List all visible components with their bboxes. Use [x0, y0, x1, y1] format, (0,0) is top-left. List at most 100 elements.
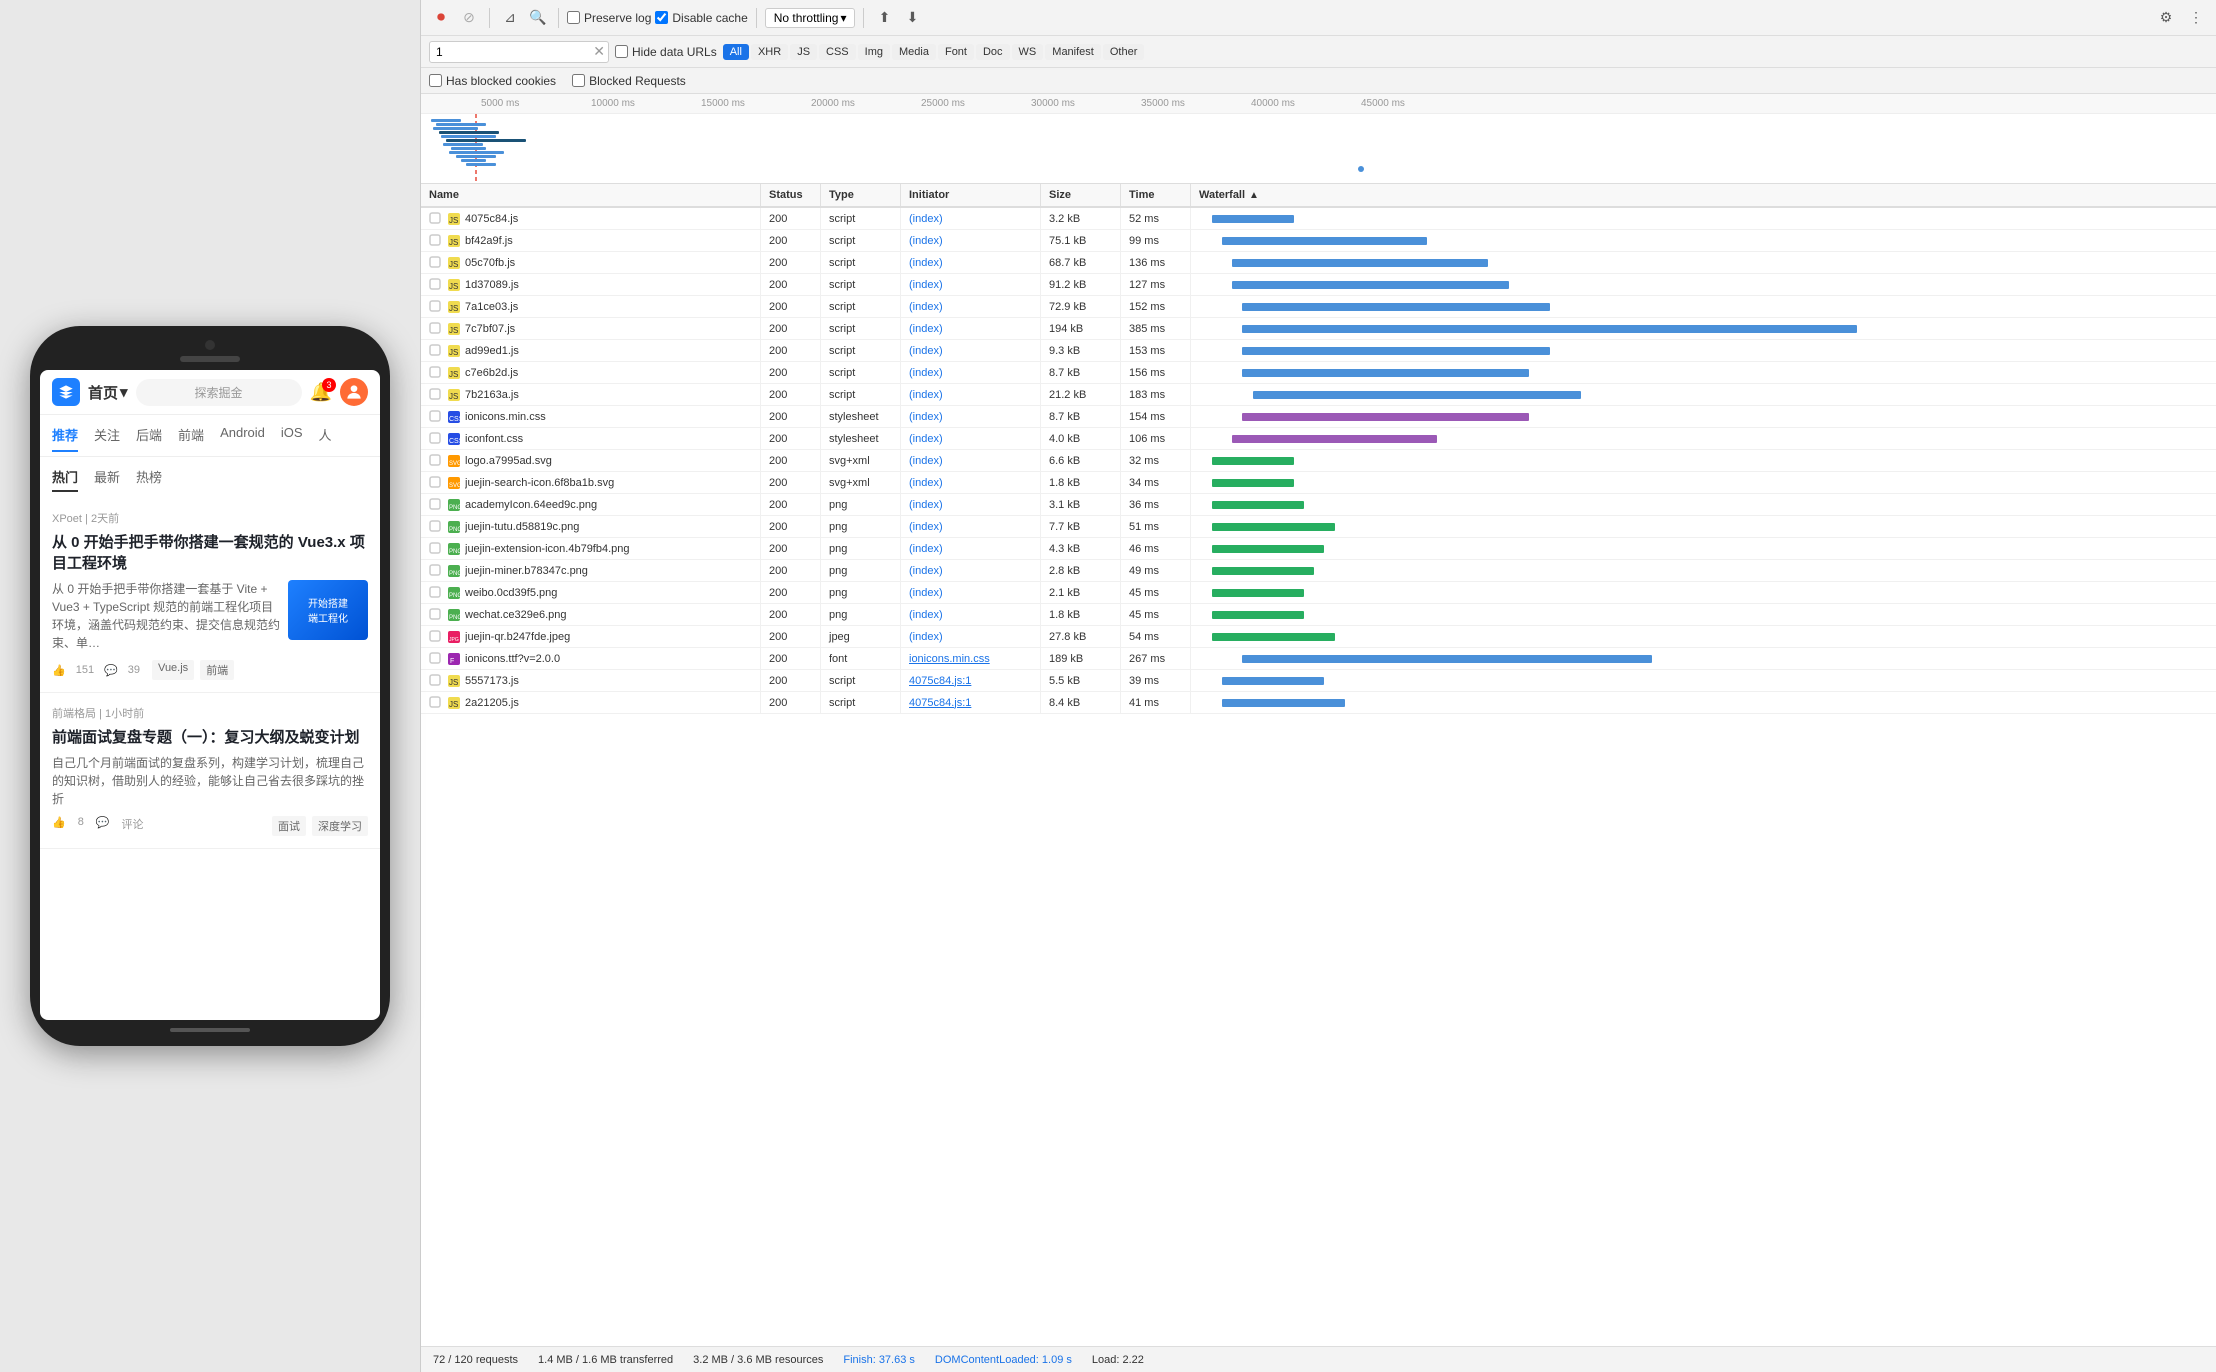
throttle-select[interactable]: No throttling ▾: [765, 8, 856, 28]
table-row[interactable]: PNG weibo.0cd39f5.png 200 png (index) 2.…: [421, 582, 2216, 604]
table-row[interactable]: JS 1d37089.js 200 script (index) 91.2 kB…: [421, 274, 2216, 296]
tab-more[interactable]: 人: [319, 419, 332, 452]
tag-vuejs[interactable]: Vue.js: [152, 660, 194, 680]
td-initiator-9[interactable]: (index): [901, 406, 1041, 427]
table-row[interactable]: JS bf42a9f.js 200 script (index) 75.1 kB…: [421, 230, 2216, 252]
td-initiator-3[interactable]: (index): [901, 274, 1041, 295]
table-row[interactable]: JS ad99ed1.js 200 script (index) 9.3 kB …: [421, 340, 2216, 362]
table-row[interactable]: JS 7b2163a.js 200 script (index) 21.2 kB…: [421, 384, 2216, 406]
filter-btn-all[interactable]: All: [723, 44, 749, 60]
td-initiator-1[interactable]: (index): [901, 230, 1041, 251]
filter-btn-css[interactable]: CSS: [819, 44, 856, 60]
filter-input[interactable]: [429, 41, 609, 63]
td-initiator-6[interactable]: (index): [901, 340, 1041, 361]
table-row[interactable]: JS c7e6b2d.js 200 script (index) 8.7 kB …: [421, 362, 2216, 384]
has-blocked-cookies-checkbox[interactable]: Has blocked cookies: [429, 74, 556, 88]
td-initiator-17[interactable]: (index): [901, 582, 1041, 603]
td-initiator-21[interactable]: 4075c84.js:1: [901, 670, 1041, 691]
disable-cache-checkbox[interactable]: Disable cache: [655, 11, 747, 25]
table-row[interactable]: PNG juejin-tutu.d58819c.png 200 png (ind…: [421, 516, 2216, 538]
hide-data-urls-input[interactable]: [615, 45, 628, 58]
blocked-requests-input[interactable]: [572, 74, 585, 87]
filter-clear-button[interactable]: ✕: [593, 43, 605, 60]
table-row[interactable]: JS 4075c84.js 200 script (index) 3.2 kB …: [421, 208, 2216, 230]
subtab-latest[interactable]: 最新: [94, 463, 120, 492]
table-row[interactable]: SVG juejin-search-icon.6f8ba1b.svg 200 s…: [421, 472, 2216, 494]
table-row[interactable]: JS 7c7bf07.js 200 script (index) 194 kB …: [421, 318, 2216, 340]
stop-button[interactable]: ⊘: [457, 6, 481, 30]
th-status[interactable]: Status: [761, 184, 821, 206]
td-initiator-0[interactable]: (index): [901, 208, 1041, 229]
notification-bell[interactable]: 🔔 3: [310, 382, 332, 403]
td-initiator-5[interactable]: (index): [901, 318, 1041, 339]
preserve-log-input[interactable]: [567, 11, 580, 24]
blocked-requests-checkbox[interactable]: Blocked Requests: [572, 74, 686, 88]
tab-recommend[interactable]: 推荐: [52, 419, 78, 452]
disable-cache-input[interactable]: [655, 11, 668, 24]
import-button[interactable]: ⬆: [872, 6, 896, 30]
filter-btn-media[interactable]: Media: [892, 44, 936, 60]
table-row[interactable]: CSS iconfont.css 200 stylesheet (index) …: [421, 428, 2216, 450]
dock-icon[interactable]: ⋮: [2184, 6, 2208, 30]
settings-icon[interactable]: ⚙: [2154, 6, 2178, 30]
table-row[interactable]: PNG wechat.ce329e6.png 200 png (index) 1…: [421, 604, 2216, 626]
td-initiator-16[interactable]: (index): [901, 560, 1041, 581]
filter-btn-img[interactable]: Img: [858, 44, 890, 60]
td-initiator-2[interactable]: (index): [901, 252, 1041, 273]
search-bar[interactable]: 探索掘金: [136, 379, 302, 406]
th-initiator[interactable]: Initiator: [901, 184, 1041, 206]
td-initiator-18[interactable]: (index): [901, 604, 1041, 625]
user-avatar[interactable]: [340, 378, 368, 406]
table-row[interactable]: SVG logo.a7995ad.svg 200 svg+xml (index)…: [421, 450, 2216, 472]
table-row[interactable]: CSS ionicons.min.css 200 stylesheet (ind…: [421, 406, 2216, 428]
filter-btn-other[interactable]: Other: [1103, 44, 1145, 60]
td-initiator-10[interactable]: (index): [901, 428, 1041, 449]
td-initiator-8[interactable]: (index): [901, 384, 1041, 405]
tab-follow[interactable]: 关注: [94, 419, 120, 452]
has-blocked-cookies-input[interactable]: [429, 74, 442, 87]
filter-btn-font[interactable]: Font: [938, 44, 974, 60]
td-initiator-11[interactable]: (index): [901, 450, 1041, 471]
home-button[interactable]: 首页 ▾: [88, 382, 128, 403]
article-title-1[interactable]: 从 0 开始手把手带你搭建一套规范的 Vue3.x 项目工程环境: [52, 532, 368, 574]
search-button[interactable]: 🔍: [526, 6, 550, 30]
filter-btn-ws[interactable]: WS: [1012, 44, 1044, 60]
table-row[interactable]: JS 2a21205.js 200 script 4075c84.js:1 8.…: [421, 692, 2216, 714]
tab-ios[interactable]: iOS: [281, 419, 303, 452]
th-name[interactable]: Name: [421, 184, 761, 206]
td-initiator-13[interactable]: (index): [901, 494, 1041, 515]
tag-interview[interactable]: 面试: [272, 816, 306, 836]
filter-btn-xhr[interactable]: XHR: [751, 44, 788, 60]
filter-button[interactable]: ⊿: [498, 6, 522, 30]
table-row[interactable]: PNG juejin-miner.b78347c.png 200 png (in…: [421, 560, 2216, 582]
table-row[interactable]: PNG academyIcon.64eed9c.png 200 png (ind…: [421, 494, 2216, 516]
table-row[interactable]: JS 5557173.js 200 script 4075c84.js:1 5.…: [421, 670, 2216, 692]
tab-android[interactable]: Android: [220, 419, 265, 452]
td-initiator-15[interactable]: (index): [901, 538, 1041, 559]
filter-btn-js[interactable]: JS: [790, 44, 817, 60]
table-row[interactable]: F ionicons.ttf?v=2.0.0 200 font ionicons…: [421, 648, 2216, 670]
th-type[interactable]: Type: [821, 184, 901, 206]
filter-btn-manifest[interactable]: Manifest: [1045, 44, 1101, 60]
table-row[interactable]: JS 7a1ce03.js 200 script (index) 72.9 kB…: [421, 296, 2216, 318]
th-time[interactable]: Time: [1121, 184, 1191, 206]
table-row[interactable]: JS 05c70fb.js 200 script (index) 68.7 kB…: [421, 252, 2216, 274]
subtab-trending[interactable]: 热榜: [136, 463, 162, 492]
preserve-log-checkbox[interactable]: Preserve log: [567, 11, 651, 25]
article-title-2[interactable]: 前端面试复盘专题（一）：复习大纲及蜕变计划: [52, 727, 368, 748]
td-initiator-12[interactable]: (index): [901, 472, 1041, 493]
table-row[interactable]: PNG juejin-extension-icon.4b79fb4.png 20…: [421, 538, 2216, 560]
td-initiator-4[interactable]: (index): [901, 296, 1041, 317]
tab-backend[interactable]: 后端: [136, 419, 162, 452]
hide-data-urls-checkbox[interactable]: Hide data URLs: [615, 45, 717, 59]
tab-frontend[interactable]: 前端: [178, 419, 204, 452]
export-button[interactable]: ⬇: [900, 6, 924, 30]
filter-btn-doc[interactable]: Doc: [976, 44, 1010, 60]
td-initiator-20[interactable]: ionicons.min.css: [901, 648, 1041, 669]
th-size[interactable]: Size: [1041, 184, 1121, 206]
table-row[interactable]: JPG juejin-qr.b247fde.jpeg 200 jpeg (ind…: [421, 626, 2216, 648]
th-waterfall[interactable]: Waterfall ▲: [1191, 184, 2216, 206]
record-button[interactable]: ⏺: [429, 6, 453, 30]
td-initiator-14[interactable]: (index): [901, 516, 1041, 537]
td-initiator-19[interactable]: (index): [901, 626, 1041, 647]
